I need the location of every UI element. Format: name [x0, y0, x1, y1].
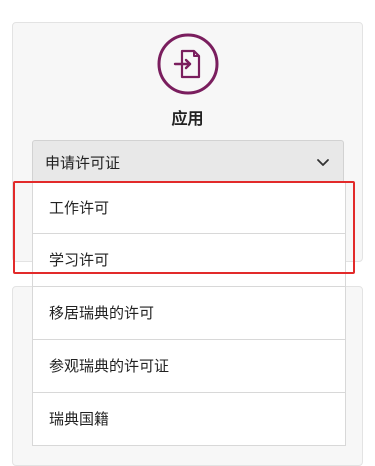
option-visit-sweden-permit[interactable]: 参观瑞典的许可证: [32, 340, 346, 393]
option-work-permit[interactable]: 工作许可: [32, 181, 346, 234]
option-study-permit[interactable]: 学习许可: [32, 234, 346, 287]
option-move-to-sweden-permit[interactable]: 移居瑞典的许可: [32, 287, 346, 340]
option-swedish-citizenship[interactable]: 瑞典国籍: [32, 393, 346, 446]
select-selected-label: 申请许可证: [45, 154, 121, 172]
chevron-down-icon: [317, 159, 329, 166]
permit-type-select[interactable]: 申请许可证: [32, 140, 344, 182]
sign-in-document-icon: [157, 33, 219, 95]
permit-options-list: 工作许可 学习许可 移居瑞典的许可 参观瑞典的许可证 瑞典国籍: [32, 181, 346, 446]
card-title: 应用: [171, 109, 204, 128]
